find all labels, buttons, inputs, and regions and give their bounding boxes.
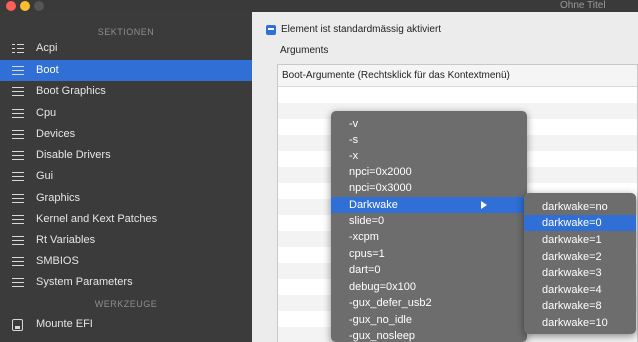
menu-item[interactable]: npci=0x3000 [331,180,527,196]
sidebar-item-acpi[interactable]: Acpi [0,38,252,59]
submenu-item[interactable]: darkwake=no [524,199,636,215]
sidebar-item-label: SMBIOS [36,255,79,267]
sidebar-item-label: Disable Drivers [36,149,111,161]
submenu-item[interactable]: darkwake=4 [524,282,636,298]
list-icon [12,194,24,203]
sidebar-item-label: Graphics [36,192,81,204]
list-icon [12,130,24,139]
sidebar-item-rt-variables[interactable]: Rt Variables [0,230,252,251]
list-icon [12,215,24,224]
menu-item[interactable]: -s [331,132,527,148]
darkwake-submenu: darkwake=no darkwake=0 darkwake=1 darkwa… [524,193,636,334]
list-icon [12,278,24,287]
list-icon [12,172,24,181]
sidebar-item-smbios[interactable]: SMBIOS [0,251,252,272]
sidebar-item-label: Boot Graphics [36,85,106,97]
boot-args-context-menu: -v -s -x npci=0x2000 npci=0x3000 Darkwak… [331,111,527,342]
sidebar-item-label: Kernel and Kext Patches [36,213,158,225]
submenu-item[interactable]: darkwake=3 [524,265,636,281]
list-icon [12,151,24,160]
sidebar-item-label: Boot [36,64,59,76]
menu-item[interactable]: -xcpm [331,229,527,245]
disk-icon [12,319,23,331]
submenu-item-darkwake-0[interactable]: darkwake=0 [524,215,636,231]
menu-item[interactable]: slide=0 [331,213,527,229]
menu-item[interactable]: debug=0x100 [331,279,527,295]
table-header: Boot-Argumente (Rechtsklick für das Kont… [278,65,637,87]
sidebar-item-cpu[interactable]: Cpu [0,103,252,124]
sidebar-item-label: Devices [36,128,76,140]
list-icon [12,236,24,245]
section-header-sektionen: SEKTIONEN [97,27,155,37]
sidebar-item-system-parameters[interactable]: System Parameters [0,272,252,293]
submenu-item[interactable]: darkwake=1 [524,232,636,248]
menu-item-darkwake[interactable]: Darkwake [331,197,527,213]
sidebar-item-mounte-efi[interactable]: Mounte EFI [0,314,252,335]
submenu-arrow-icon [481,201,487,209]
sidebar-item-boot[interactable]: Boot [0,60,252,81]
menu-item[interactable]: -v [331,116,527,132]
sidebar: SEKTIONEN Acpi Boot Boot Graphics Cpu De… [0,12,252,342]
window-title: Ohne Titel [560,0,606,11]
sidebar-item-label: Mounte EFI [36,318,93,330]
menu-item-label: Darkwake [349,199,398,211]
menu-item[interactable]: -x [331,148,527,164]
sidebar-item-kernel-and-kext-patches[interactable]: Kernel and Kext Patches [0,209,252,230]
sidebar-item-label: Cpu [36,107,57,119]
menu-item[interactable]: -gux_no_idle [331,312,527,328]
menu-item[interactable]: -gux_nosleep [331,328,527,342]
minimize-window-button[interactable] [20,1,30,11]
menu-item[interactable]: dart=0 [331,262,527,278]
sidebar-item-boot-graphics[interactable]: Boot Graphics [0,81,252,102]
sidebar-item-label: Gui [36,170,54,182]
menu-item[interactable]: -gux_defer_usb2 [331,295,527,311]
sidebar-item-disable-drivers[interactable]: Disable Drivers [0,145,252,166]
sidebar-item-devices[interactable]: Devices [0,124,252,145]
sidebar-item-graphics[interactable]: Graphics [0,188,252,209]
list-icon [12,87,24,96]
section-header-werkzeuge: WERKZEUGE [94,299,158,309]
sidebar-item-label: System Parameters [36,276,133,288]
list-icon [12,66,24,75]
checkbox-label: Element ist standardmässig aktiviert [281,24,442,35]
submenu-item[interactable]: darkwake=2 [524,249,636,265]
list-icon [12,109,24,118]
title-bar: Ohne Titel [0,0,638,12]
submenu-item[interactable]: darkwake=8 [524,298,636,314]
arguments-group-label: Arguments [280,45,329,56]
zoom-window-button[interactable] [34,1,44,11]
sidebar-item-gui[interactable]: Gui [0,166,252,187]
list-icon [12,44,24,53]
list-icon [12,257,24,266]
menu-item[interactable]: cpus=1 [331,246,527,262]
menu-item[interactable]: npci=0x2000 [331,164,527,180]
sidebar-item-label: Rt Variables [36,234,96,246]
submenu-item[interactable]: darkwake=10 [524,315,636,331]
close-window-button[interactable] [6,1,16,11]
sidebar-item-label: Acpi [36,42,58,54]
default-enabled-checkbox[interactable] [266,25,276,35]
